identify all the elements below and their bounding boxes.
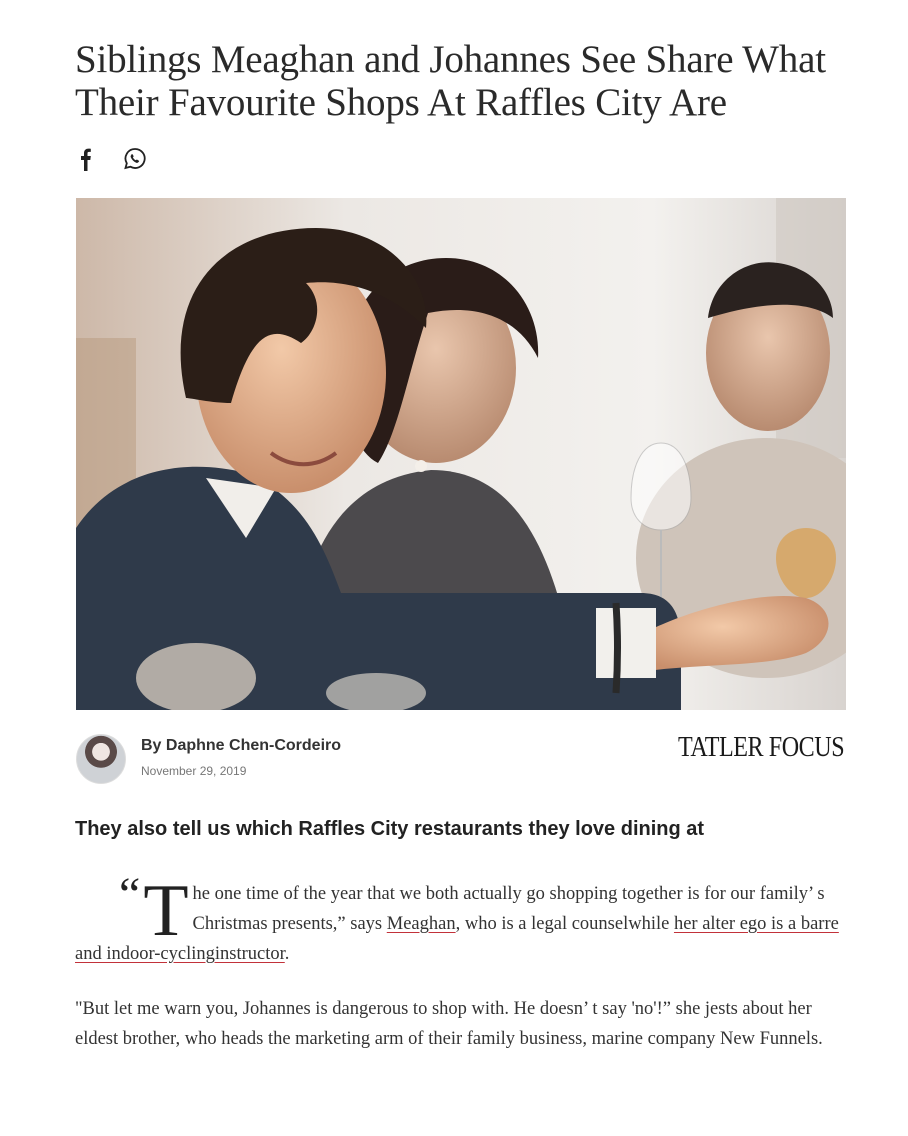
- article-subheading: They also tell us which Raffles City res…: [75, 818, 705, 840]
- hero-image: [76, 198, 846, 710]
- link-meaghan[interactable]: Meaghan: [387, 914, 456, 934]
- brand-logo[interactable]: TATLER FOCUS: [678, 732, 845, 764]
- facebook-icon[interactable]: [75, 146, 99, 172]
- dropcap-letter: T: [143, 870, 189, 952]
- dropcap-block: “ T: [119, 870, 189, 952]
- paragraph-2: "But let me warn you, Johannes is danger…: [75, 999, 823, 1049]
- share-bar: [75, 146, 147, 172]
- author-byline: By Daphne Chen-Cordeiro November 29, 201…: [76, 734, 341, 784]
- paragraph-1-text-b: , who is a legal counselwhile: [455, 914, 674, 934]
- quote-mark: “: [119, 868, 141, 921]
- paragraph-1: “ T he one time of the year that we both…: [75, 870, 847, 969]
- author-name[interactable]: By Daphne Chen-Cordeiro: [141, 737, 341, 755]
- article-title: Siblings Meaghan and Johannes See Share …: [75, 38, 826, 124]
- author-avatar[interactable]: [76, 734, 126, 784]
- hero-photo-illustration: [76, 198, 846, 710]
- publish-date: November 29, 2019: [141, 764, 247, 778]
- paragraph-1-text-c: .: [284, 944, 290, 964]
- whatsapp-icon[interactable]: [123, 146, 147, 172]
